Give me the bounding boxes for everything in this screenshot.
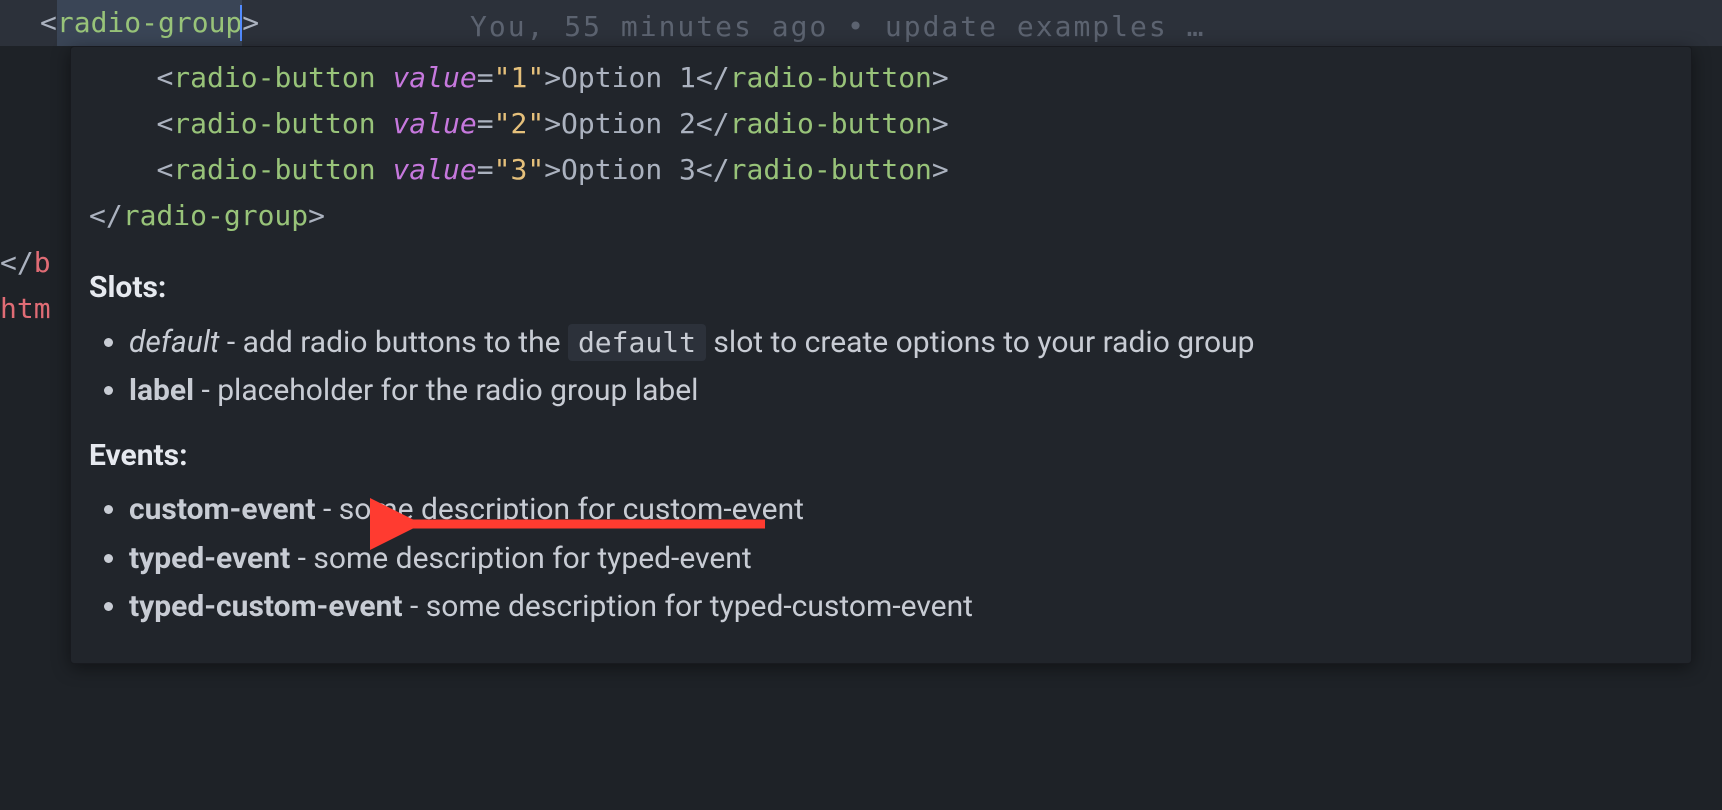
code-line: <radio-button value="1">Option 1</radio-… xyxy=(89,55,1673,101)
event-item: custom-event - some description for cust… xyxy=(129,487,1673,534)
editor-active-line[interactable]: <radio-group> You, 55 minutes ago • upda… xyxy=(0,0,1722,46)
code-bracket-close: > xyxy=(242,0,259,46)
code-line: <radio-button value="3">Option 3</radio-… xyxy=(89,147,1673,193)
code-line: <radio-button value="2">Option 2</radio-… xyxy=(89,101,1673,147)
editor-gutter-fragment: </b htm xyxy=(0,240,51,332)
codelens-annotation[interactable]: You, 55 minutes ago • update examples … xyxy=(470,4,1205,50)
tooltip-doc: Slots: default - add radio buttons to th… xyxy=(89,239,1673,631)
code-bracket-open: < xyxy=(40,0,57,46)
hover-tooltip[interactable]: <radio-button value="1">Option 1</radio-… xyxy=(70,46,1692,664)
code-tag-name-selected: radio-group xyxy=(57,0,242,46)
slots-heading: Slots: xyxy=(89,265,1673,312)
slot-item: label - placeholder for the radio group … xyxy=(129,368,1673,415)
tooltip-code-block: <radio-button value="1">Option 1</radio-… xyxy=(89,55,1673,239)
events-list: custom-event - some description for cust… xyxy=(89,487,1673,631)
event-item: typed-custom-event - some description fo… xyxy=(129,584,1673,631)
code-line: </radio-group> xyxy=(89,193,1673,239)
events-heading: Events: xyxy=(89,433,1673,480)
slots-list: default - add radio buttons to the defau… xyxy=(89,320,1673,415)
event-item: typed-event - some description for typed… xyxy=(129,536,1673,583)
slot-item: default - add radio buttons to the defau… xyxy=(129,320,1673,367)
inline-code: default xyxy=(568,324,706,361)
